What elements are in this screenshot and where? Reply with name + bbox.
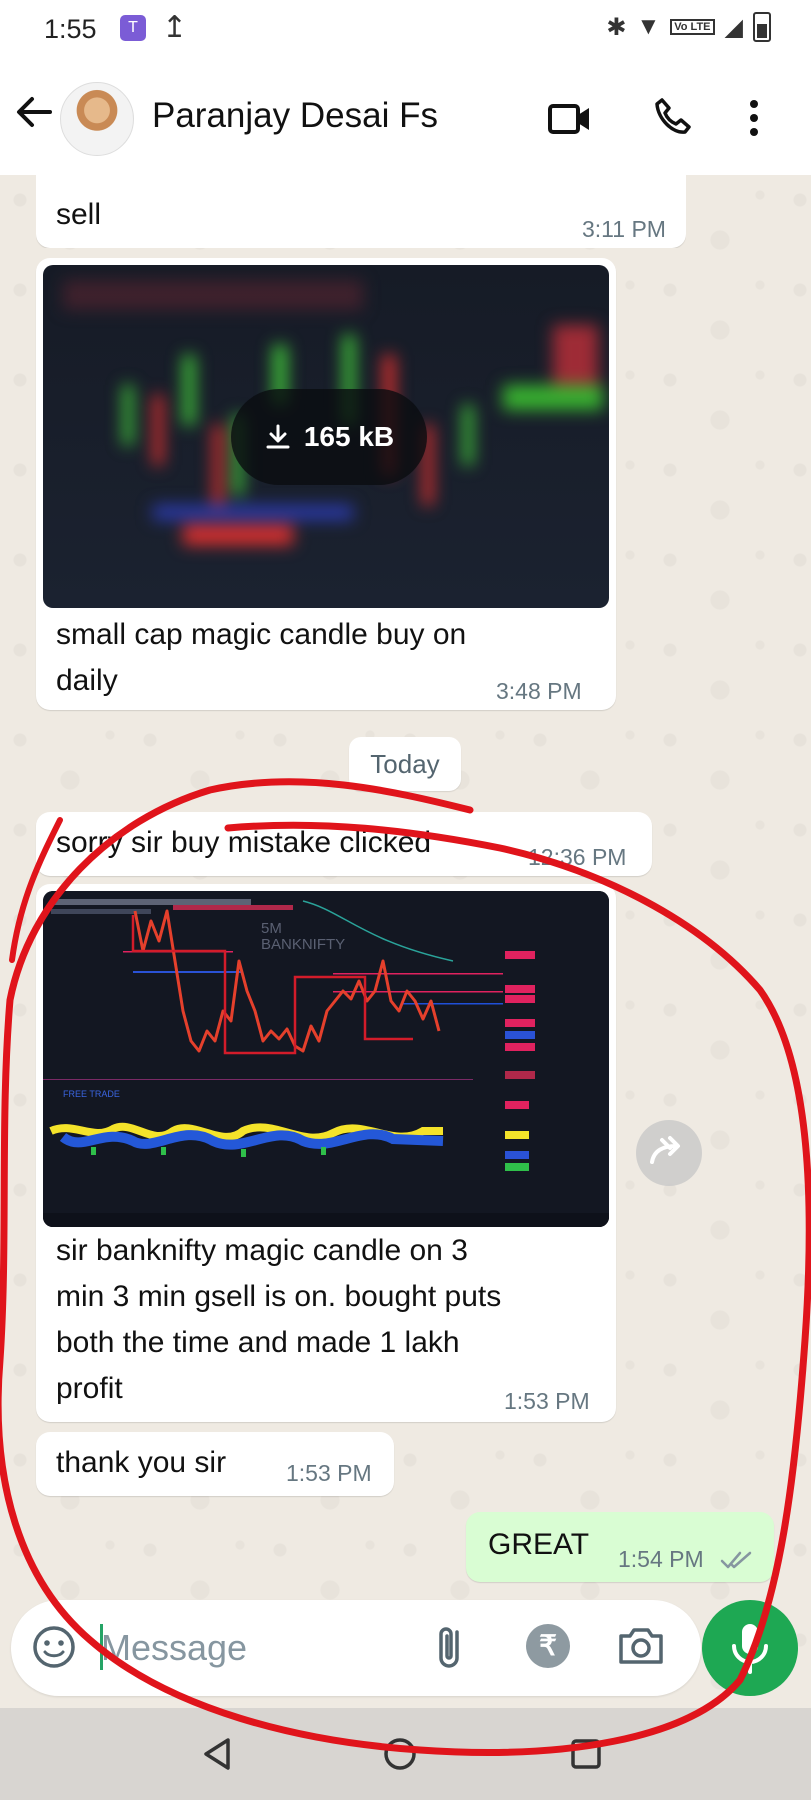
download-button[interactable]: 165 kB: [231, 389, 427, 485]
message-time: 12:36 PM: [528, 844, 627, 870]
payment-rupee-icon[interactable]: ₹: [526, 1624, 570, 1668]
message-input[interactable]: [99, 1618, 403, 1678]
message-text: GREAT: [488, 1528, 590, 1561]
chat-header: Paranjay Desai Fs: [0, 60, 811, 175]
battery-icon: [753, 12, 771, 42]
message-bubble[interactable]: thank you sir 1:53 PM: [36, 1432, 394, 1496]
back-arrow-icon[interactable]: [12, 90, 56, 134]
message-time: 1:53 PM: [504, 1388, 590, 1414]
message-time: 3:11 PM: [582, 216, 666, 242]
forward-icon: [650, 1136, 680, 1164]
bluetooth-icon: ✱: [606, 13, 627, 41]
download-size: 165 kB: [303, 421, 395, 452]
message-time: 1:54 PM: [618, 1546, 704, 1572]
signal-icon: ◢: [724, 13, 743, 41]
phone-call-icon[interactable]: [650, 94, 698, 142]
wifi-icon: ▼: [636, 13, 661, 40]
forward-button[interactable]: [636, 1120, 702, 1186]
message-text: sorry sir buy mistake clicked: [56, 826, 432, 859]
microphone-icon: [732, 1624, 768, 1674]
emoji-icon[interactable]: [31, 1624, 77, 1670]
message-text: sir banknifty magic candle on 3 min 3 mi…: [56, 1234, 502, 1405]
chart-image[interactable]: 5M BANKNIFTY FREE TRADE: [43, 891, 609, 1227]
read-receipt-icon: [720, 1551, 752, 1569]
attach-icon[interactable]: [429, 1622, 473, 1672]
upload-icon: ↥: [162, 11, 188, 44]
message-time: 3:48 PM: [496, 678, 582, 704]
chart-watermark: BANKNIFTY: [261, 936, 345, 953]
day-separator: Today: [349, 737, 461, 791]
message-text: sell: [56, 198, 102, 231]
svg-text:FREE TRADE: FREE TRADE: [63, 1089, 120, 1099]
nav-home-icon[interactable]: [380, 1734, 420, 1774]
message-input-bar: ₹: [11, 1600, 701, 1696]
blurred-image-preview[interactable]: 165 kB: [43, 265, 609, 608]
download-icon: [266, 424, 290, 449]
app-notification-icon: T: [120, 15, 146, 41]
message-text: thank you sir: [56, 1446, 227, 1479]
voice-message-button[interactable]: [702, 1600, 798, 1696]
nav-recents-icon[interactable]: [566, 1734, 606, 1774]
system-navigation-bar: [0, 1708, 811, 1800]
trading-chart-graphic: 5M BANKNIFTY FREE TRADE: [43, 891, 609, 1227]
contact-name[interactable]: Paranjay Desai Fs: [152, 96, 438, 136]
nav-back-icon[interactable]: [198, 1734, 238, 1774]
contact-avatar[interactable]: [60, 82, 134, 156]
outgoing-message-bubble[interactable]: GREAT 1:54 PM: [466, 1512, 774, 1582]
more-options-icon[interactable]: [740, 94, 768, 142]
text-cursor: [100, 1624, 103, 1670]
message-text: small cap magic candle buy on daily: [56, 618, 467, 697]
svg-text:5M: 5M: [261, 920, 282, 937]
image-message-bubble[interactable]: 165 kB small cap magic candle buy on dai…: [36, 258, 616, 710]
camera-icon[interactable]: [616, 1624, 666, 1668]
message-bubble[interactable]: sorry sir buy mistake clicked 12:36 PM: [36, 812, 652, 876]
message-time: 1:53 PM: [286, 1460, 372, 1486]
video-call-icon[interactable]: [546, 94, 594, 142]
volte-icon: Vo LTE: [670, 19, 715, 35]
status-bar: 1:55 T ↥ ✱ ▼ Vo LTE ◢: [0, 0, 811, 60]
status-time: 1:55: [44, 14, 97, 44]
image-message-bubble[interactable]: 5M BANKNIFTY FREE TRADE sir banknifty ma…: [36, 884, 616, 1422]
